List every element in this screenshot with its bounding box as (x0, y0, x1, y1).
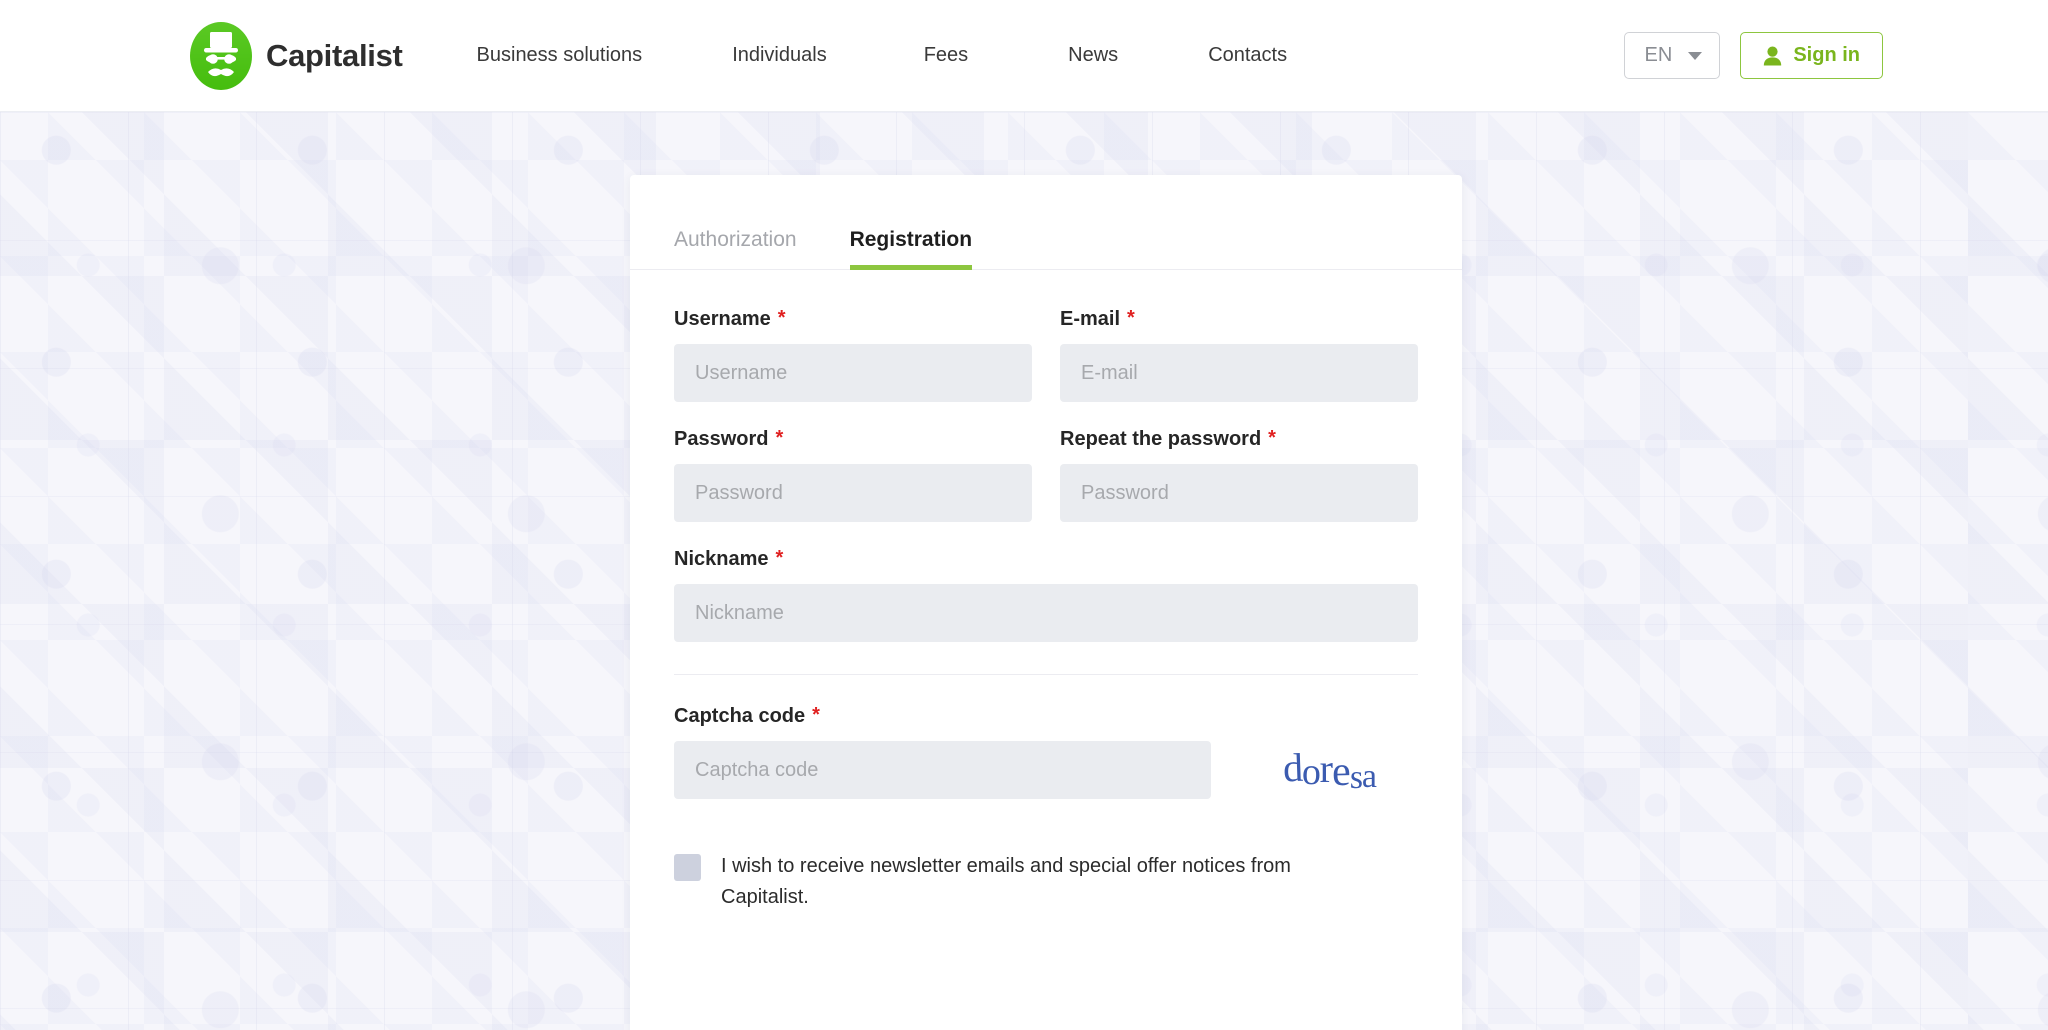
nickname-input[interactable] (674, 584, 1418, 642)
language-value: EN (1644, 44, 1673, 66)
newsletter-opt-in: I wish to receive newsletter emails and … (674, 851, 1418, 953)
required-asterisk: * (1127, 307, 1135, 329)
field-password: Password * (674, 428, 1032, 522)
form-row-nickname: Nickname * (674, 548, 1418, 642)
tab-registration[interactable]: Registration (849, 228, 972, 270)
label-username: Username * (674, 308, 1032, 331)
nav-item-fees[interactable]: Fees (924, 44, 968, 67)
captcha-char: s (1349, 758, 1363, 797)
captcha-code-input[interactable] (674, 741, 1211, 799)
user-icon (1764, 46, 1782, 65)
label-email: E-mail * (1060, 308, 1418, 331)
field-nickname: Nickname * (674, 548, 1418, 642)
label-captcha-code: Captcha code * (674, 705, 1211, 728)
label-captcha-code-text: Captcha code (674, 705, 806, 727)
required-asterisk: * (775, 547, 784, 569)
tab-authorization[interactable]: Authorization (674, 228, 797, 269)
form-row-captcha: Captcha code * doresa (674, 705, 1418, 799)
required-asterisk: * (812, 704, 820, 726)
captcha-image[interactable]: doresa (1240, 741, 1418, 799)
site-header: Capitalist Business solutions Individual… (0, 0, 2048, 112)
brand-name: Capitalist (266, 37, 403, 73)
nav-item-news[interactable]: News (1068, 44, 1118, 67)
captcha-char: d (1281, 744, 1303, 791)
label-repeat-password: Repeat the password * (1060, 428, 1418, 451)
captcha-char: a (1361, 758, 1377, 795)
password-input[interactable] (674, 464, 1032, 522)
required-asterisk: * (1268, 427, 1276, 449)
chevron-down-icon (1688, 51, 1703, 60)
auth-card: Authorization Registration Username * E-… (630, 175, 1462, 1030)
newsletter-checkbox[interactable] (674, 854, 701, 881)
form-row-passwords: Password * Repeat the password * (674, 428, 1418, 522)
label-nickname-text: Nickname (674, 548, 769, 570)
field-captcha-code: Captcha code * (674, 705, 1211, 799)
nav-item-individuals[interactable]: Individuals (732, 44, 827, 67)
label-password: Password * (674, 428, 1032, 451)
nav-item-business-solutions[interactable]: Business solutions (477, 44, 643, 67)
nav-item-contacts[interactable]: Contacts (1208, 44, 1287, 67)
language-selector[interactable]: EN (1623, 32, 1721, 79)
captcha-char: o (1301, 750, 1321, 794)
sign-in-label: Sign in (1793, 44, 1860, 66)
captcha-char: e (1331, 748, 1351, 796)
field-repeat-password: Repeat the password * (1060, 428, 1418, 522)
form-divider (674, 674, 1418, 675)
label-password-text: Password (674, 428, 769, 450)
sign-in-button[interactable]: Sign in (1740, 32, 1883, 79)
captcha-char: r (1319, 746, 1333, 791)
field-username: Username * (674, 308, 1032, 402)
label-email-text: E-mail (1060, 308, 1121, 330)
form-row-credentials: Username * E-mail * (674, 308, 1418, 402)
required-asterisk: * (777, 307, 786, 329)
capitalist-gentleman-logo-icon (190, 21, 252, 90)
label-nickname: Nickname * (674, 548, 1418, 571)
field-email: E-mail * (1060, 308, 1418, 402)
username-input[interactable] (674, 344, 1032, 402)
newsletter-label: I wish to receive newsletter emails and … (721, 855, 1291, 908)
required-asterisk: * (775, 427, 784, 449)
email-input[interactable] (1060, 344, 1418, 402)
repeat-password-input[interactable] (1060, 464, 1418, 522)
auth-tabs: Authorization Registration (630, 175, 1462, 270)
header-actions: EN Sign in (1623, 32, 1883, 79)
label-repeat-password-text: Repeat the password (1060, 428, 1262, 450)
label-username-text: Username (674, 308, 771, 330)
registration-form: Username * E-mail * Password * (630, 270, 1462, 953)
main-navigation: Business solutions Individuals Fees News… (477, 44, 1624, 67)
brand-logo-link[interactable]: Capitalist (190, 21, 403, 90)
captcha-text: doresa (1281, 744, 1377, 797)
